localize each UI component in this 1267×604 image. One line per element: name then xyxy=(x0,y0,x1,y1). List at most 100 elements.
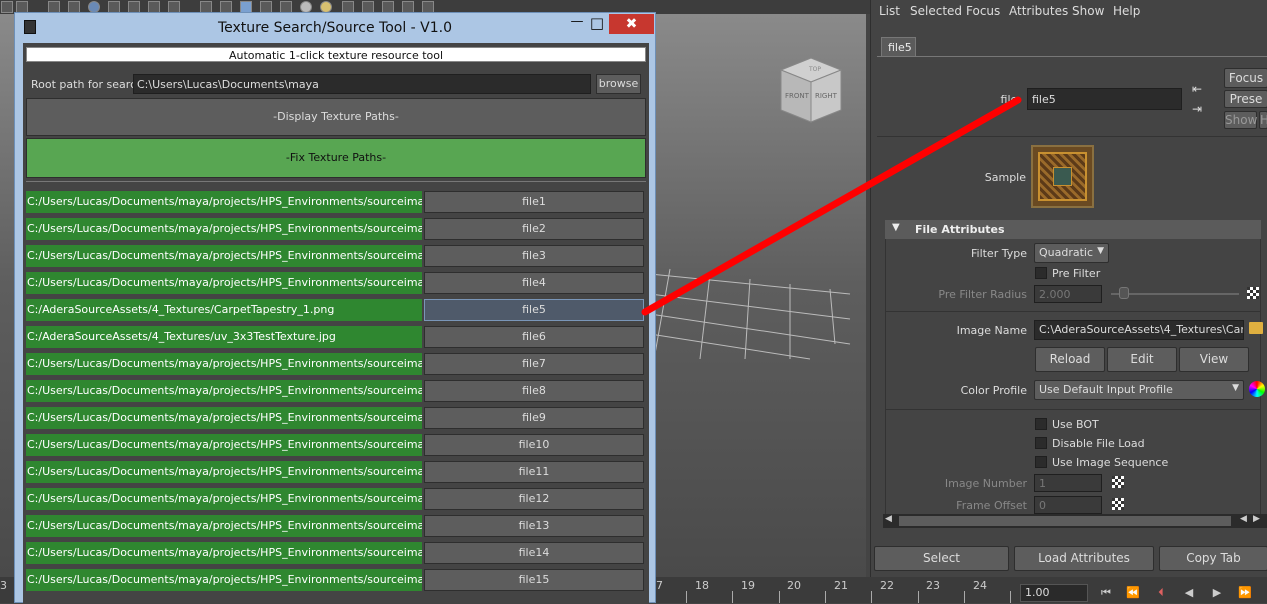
horizontal-scrollbar[interactable]: ◀ ◀ ▶ xyxy=(883,514,1267,528)
chevron-down-icon: ▼ xyxy=(1232,383,1239,393)
file-node-button[interactable]: file15 xyxy=(424,569,644,591)
browse-button[interactable]: browse xyxy=(596,74,641,94)
file-node-label: file: xyxy=(1000,93,1021,106)
tab-file5[interactable]: file5 xyxy=(881,37,916,57)
collapse-triangle-icon[interactable]: ▼ xyxy=(892,222,900,233)
texture-path-text: C:/Users/Lucas/Documents/maya/projects/H… xyxy=(26,245,422,267)
copy-tab-button[interactable]: Copy Tab xyxy=(1159,546,1267,571)
presets-button[interactable]: Prese xyxy=(1224,90,1267,108)
folder-icon[interactable] xyxy=(1249,322,1263,334)
file-node-button[interactable]: file4 xyxy=(424,272,644,294)
separator xyxy=(26,181,646,182)
file-node-button[interactable]: file7 xyxy=(424,353,644,375)
attribute-editor-menu: List Selected Focus Attributes Show Help xyxy=(871,0,1267,22)
texture-path-text: C:/Users/Lucas/Documents/maya/projects/H… xyxy=(26,488,422,510)
filter-type-dropdown[interactable]: Quadratic ▼ xyxy=(1034,243,1109,263)
file-attributes-section-header[interactable]: ▼ File Attributes xyxy=(885,220,1261,239)
scroll-left-icon[interactable]: ◀ xyxy=(885,514,892,524)
sample-label: Sample xyxy=(984,171,1026,184)
file-node-button[interactable]: file9 xyxy=(424,407,644,429)
maximize-icon[interactable]: □ xyxy=(585,14,609,34)
list-item: C:/Users/Lucas/Documents/maya/projects/H… xyxy=(26,272,646,294)
frame-offset-field[interactable]: 0 xyxy=(1034,496,1102,514)
timeline-tick-label: 24 xyxy=(973,579,987,592)
hide-button[interactable]: H xyxy=(1259,111,1267,129)
scroll-left-icon[interactable]: ◀ xyxy=(1240,514,1247,524)
play-backwards-icon[interactable]: ◀ xyxy=(1180,586,1198,601)
reload-button[interactable]: Reload xyxy=(1035,347,1105,372)
pre-filter-radius-slider-handle[interactable] xyxy=(1119,287,1129,299)
image-number-label: Image Number xyxy=(944,477,1027,490)
file-node-button[interactable]: file11 xyxy=(424,461,644,483)
disable-file-load-label: Disable File Load xyxy=(1052,437,1145,450)
file-node-name-field[interactable]: file5 xyxy=(1027,88,1182,110)
file-node-button[interactable]: file13 xyxy=(424,515,644,537)
close-icon[interactable]: ✖ xyxy=(609,14,654,34)
menu-focus[interactable]: Focus xyxy=(966,4,1000,18)
focus-button[interactable]: Focus xyxy=(1224,68,1267,88)
file-node-button[interactable]: file6 xyxy=(424,326,644,348)
file-node-button[interactable]: file1 xyxy=(424,191,644,213)
step-back-key-icon[interactable]: ⏪ xyxy=(1124,586,1142,601)
edit-button[interactable]: Edit xyxy=(1107,347,1177,372)
tab-divider xyxy=(877,56,1267,57)
file-node-button[interactable]: file3 xyxy=(424,245,644,267)
scrollbar-thumb[interactable] xyxy=(899,516,1231,526)
root-path-input[interactable]: C:\Users\Lucas\Documents\maya xyxy=(133,74,591,94)
window-titlebar[interactable]: Texture Search/Source Tool - V1.0 — □ ✖ xyxy=(15,13,655,43)
select-button[interactable]: Select xyxy=(874,546,1009,571)
file-node-button[interactable]: file5 xyxy=(424,299,644,321)
pre-filter-radius-field[interactable]: 2.000 xyxy=(1034,285,1102,303)
color-profile-value: Use Default Input Profile xyxy=(1039,383,1173,396)
timeline-tick xyxy=(871,591,872,603)
texture-path-text: C:/Users/Lucas/Documents/maya/projects/H… xyxy=(26,272,422,294)
list-item: C:/Users/Lucas/Documents/maya/projects/H… xyxy=(26,488,646,510)
file-node-button[interactable]: file8 xyxy=(424,380,644,402)
input-connection-icon[interactable]: ⇤ xyxy=(1192,82,1202,96)
menu-attributes[interactable]: Attributes xyxy=(1009,4,1068,18)
file-node-button[interactable]: file14 xyxy=(424,542,644,564)
view-cube[interactable]: TOP FRONT RIGHT xyxy=(775,54,847,126)
menu-selected[interactable]: Selected xyxy=(910,4,962,18)
window-title: Texture Search/Source Tool - V1.0 xyxy=(217,20,453,36)
map-checker-icon[interactable] xyxy=(1112,476,1124,488)
list-item: C:/AderaSourceAssets/4_Textures/CarpetTa… xyxy=(26,299,646,321)
map-checker-icon[interactable] xyxy=(1112,498,1124,510)
texture-path-text: C:/Users/Lucas/Documents/maya/projects/H… xyxy=(26,218,422,240)
step-back-frame-icon[interactable]: ⏴ xyxy=(1152,586,1170,601)
pre-filter-radius-slider-track[interactable] xyxy=(1111,293,1239,295)
use-image-sequence-checkbox[interactable] xyxy=(1035,456,1047,468)
show-button[interactable]: Show xyxy=(1224,111,1257,129)
timeline-tick-label: 18 xyxy=(695,579,709,592)
color-wheel-icon[interactable] xyxy=(1249,381,1265,397)
file-node-button[interactable]: file12 xyxy=(424,488,644,510)
image-name-field[interactable]: C:\AderaSourceAssets\4_Textures\Carpet xyxy=(1034,320,1244,340)
step-forward-key-icon[interactable]: ⏩ xyxy=(1236,586,1254,601)
current-frame-field[interactable]: 1.00 xyxy=(1020,584,1088,602)
menu-list[interactable]: List xyxy=(879,4,900,18)
play-forwards-icon[interactable]: ▶ xyxy=(1208,586,1226,601)
menu-show[interactable]: Show xyxy=(1072,4,1104,18)
use-bot-label: Use BOT xyxy=(1052,418,1099,431)
timeline-tick-label: 21 xyxy=(834,579,848,592)
color-profile-dropdown[interactable]: Use Default Input Profile ▼ xyxy=(1034,380,1244,400)
menu-help[interactable]: Help xyxy=(1113,4,1140,18)
map-checker-icon[interactable] xyxy=(1247,287,1259,299)
load-attributes-button[interactable]: Load Attributes xyxy=(1014,546,1154,571)
output-connection-icon[interactable]: ⇥ xyxy=(1192,102,1202,116)
scroll-right-icon[interactable]: ▶ xyxy=(1253,514,1260,524)
use-bot-checkbox[interactable] xyxy=(1035,418,1047,430)
shelf-tool-icon[interactable] xyxy=(1,1,13,13)
filter-type-label: Filter Type xyxy=(970,247,1027,260)
pre-filter-checkbox[interactable] xyxy=(1035,267,1047,279)
fix-texture-paths-button[interactable]: -Fix Texture Paths- xyxy=(26,138,646,178)
display-texture-paths-button[interactable]: -Display Texture Paths- xyxy=(26,98,646,136)
view-button[interactable]: View xyxy=(1179,347,1249,372)
go-to-start-icon[interactable]: ⏮ xyxy=(1097,586,1115,601)
timeline-tick-label: 19 xyxy=(741,579,755,592)
file-node-button[interactable]: file10 xyxy=(424,434,644,456)
disable-file-load-checkbox[interactable] xyxy=(1035,437,1047,449)
image-number-field[interactable]: 1 xyxy=(1034,474,1102,492)
file-node-button[interactable]: file2 xyxy=(424,218,644,240)
file-attributes-title: File Attributes xyxy=(915,223,1005,236)
